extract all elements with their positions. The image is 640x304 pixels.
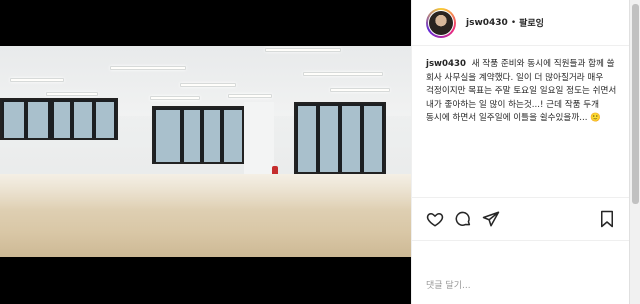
ceiling-light — [330, 88, 390, 92]
ceiling-light — [228, 94, 272, 98]
share-icon[interactable] — [482, 210, 500, 228]
scrollbar-thumb[interactable] — [632, 4, 639, 204]
header-separator: • — [510, 17, 517, 28]
ceiling-light — [10, 78, 64, 82]
avatar[interactable] — [426, 7, 456, 38]
bookmark-icon[interactable] — [598, 210, 616, 228]
post-caption: jsw0430 새 작품 준비와 동시에 직원들과 함께 쓸 회사 사무실을 계… — [426, 58, 620, 126]
window-left — [0, 98, 118, 140]
ceiling-light — [150, 96, 200, 100]
instagram-post: jsw0430 • 팔로잉 jsw0430 새 작품 준비와 동시에 직원들과 … — [0, 0, 640, 304]
action-bar — [412, 197, 630, 241]
window-right — [294, 102, 386, 174]
heart-icon[interactable] — [426, 210, 444, 228]
window-middle — [152, 106, 244, 164]
post-header: jsw0430 • 팔로잉 — [412, 0, 630, 46]
ceiling-light — [110, 66, 186, 70]
scrollbar[interactable] — [629, 0, 640, 304]
office-photo — [0, 46, 411, 257]
header-username[interactable]: jsw0430 — [466, 18, 508, 28]
comment-icon[interactable] — [454, 210, 472, 228]
ceiling-light — [180, 83, 236, 87]
ceiling-light — [265, 48, 341, 52]
smile-emoji: 🙂 — [590, 113, 601, 124]
following-button[interactable]: 팔로잉 — [519, 16, 544, 29]
post-side-panel: jsw0430 • 팔로잉 jsw0430 새 작품 준비와 동시에 직원들과 … — [411, 0, 630, 304]
ceiling-light — [303, 72, 383, 76]
ceiling-light — [46, 92, 98, 96]
caption-username[interactable]: jsw0430 — [426, 59, 466, 69]
comment-input[interactable]: 댓글 달기... — [426, 278, 616, 291]
post-media[interactable] — [0, 0, 411, 304]
